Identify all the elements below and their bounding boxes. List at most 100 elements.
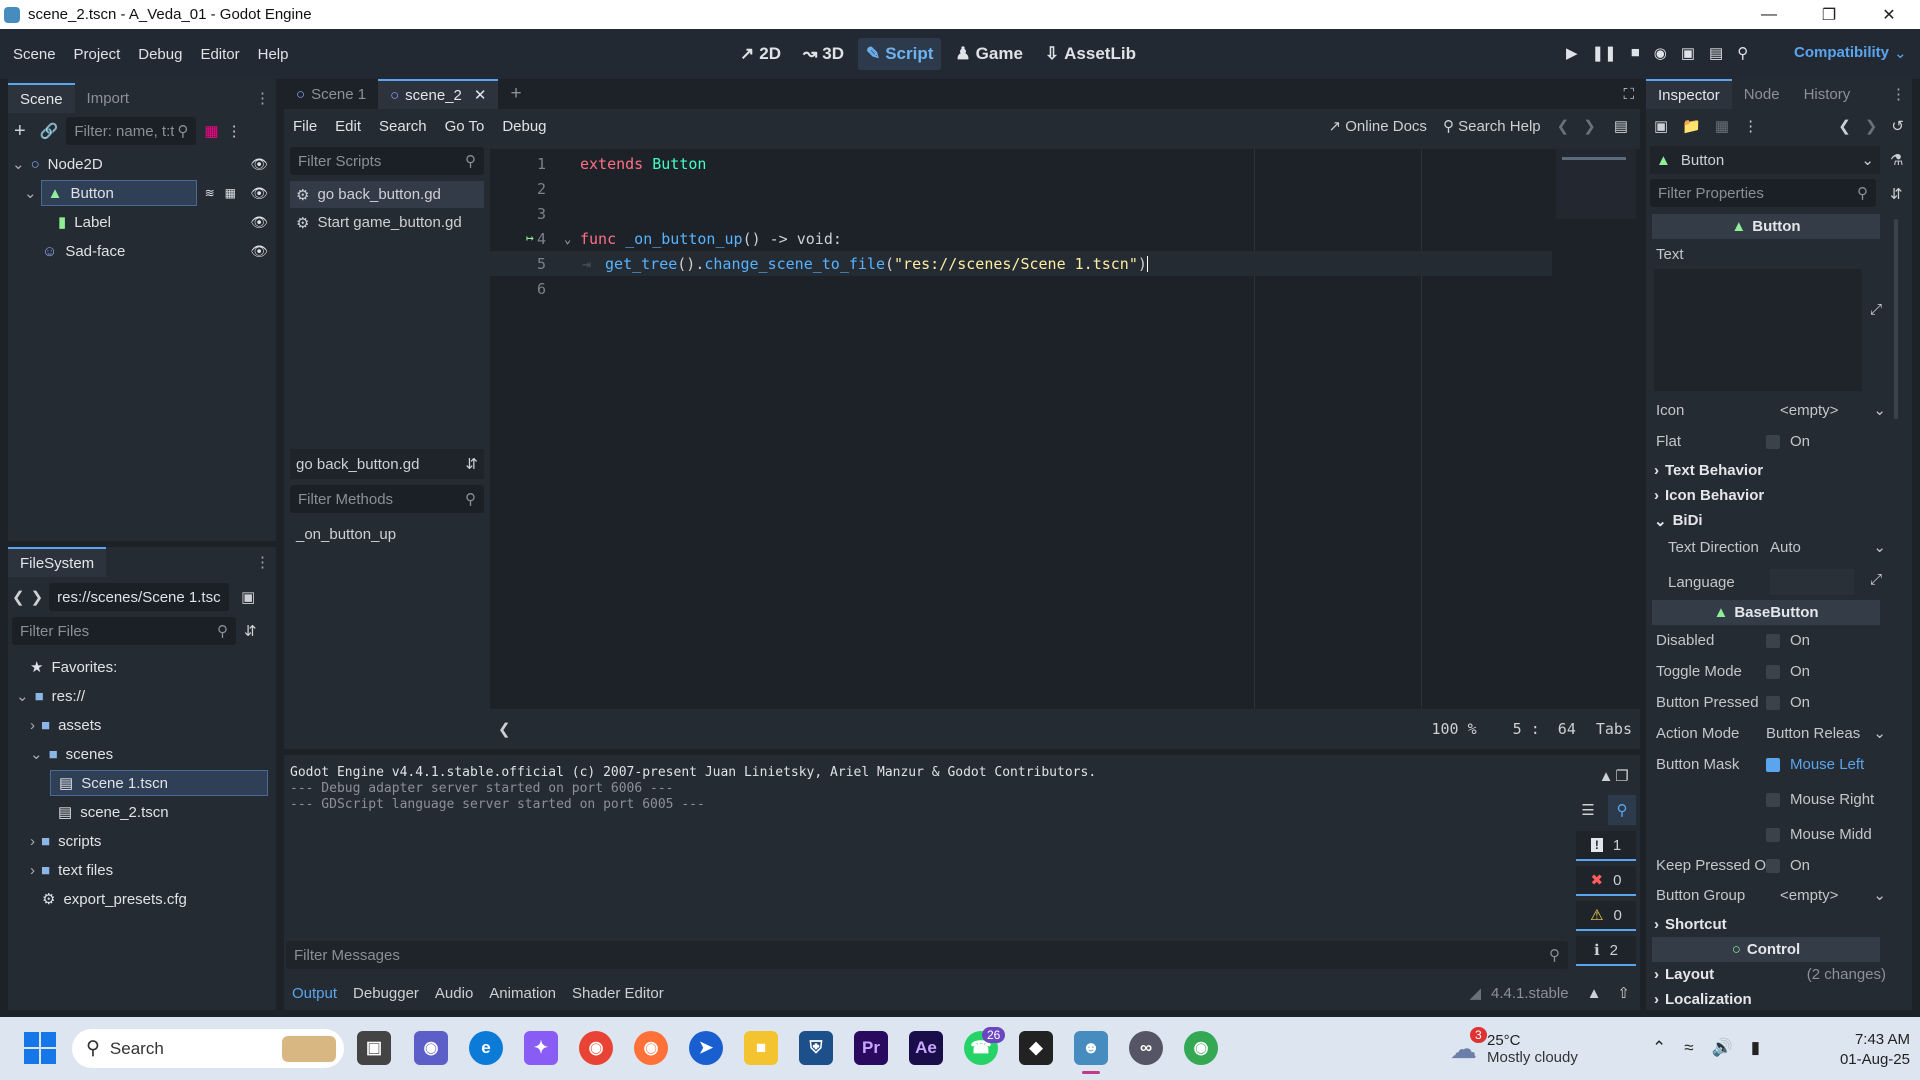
script-menu-edit[interactable]: Edit	[326, 118, 370, 135]
tab-animation[interactable]: Animation	[481, 985, 564, 1002]
fs-item-assets[interactable]: › ■ assets	[30, 712, 101, 738]
script-menu-goto[interactable]: Go To	[436, 118, 494, 135]
fs-item-scenes[interactable]: ⌄ ■ scenes	[30, 741, 113, 767]
script-menu-file[interactable]: File	[284, 118, 326, 135]
figma-icon[interactable]: ◆	[1019, 1031, 1053, 1065]
copilot-icon[interactable]: ✦	[524, 1031, 558, 1065]
tab-filesystem[interactable]: FileSystem	[8, 547, 107, 577]
new-resource-icon[interactable]: ▣	[1654, 117, 1668, 135]
button-group-value[interactable]: <empty>	[1780, 887, 1838, 904]
script-menu-search[interactable]: Search	[370, 118, 436, 135]
remote-debug-icon[interactable]: ◉	[1654, 44, 1667, 62]
next-script-icon[interactable]: ❯	[1583, 117, 1596, 135]
fs-item-res[interactable]: ⌄ ■ res://	[16, 683, 85, 709]
workspace-3d-button[interactable]: ↝ 3D	[795, 38, 852, 70]
menu-project[interactable]: Project	[65, 46, 130, 63]
after-effects-icon[interactable]: Ae	[909, 1031, 943, 1065]
menu-debug[interactable]: Debug	[129, 46, 191, 63]
file-explorer-icon[interactable]: ■	[744, 1031, 778, 1065]
workspace-assetlib-button[interactable]: ⇩ AssetLib	[1037, 38, 1144, 70]
tab-output[interactable]: Output	[284, 985, 345, 1002]
section-layout[interactable]: › Layout (2 changes)	[1646, 962, 1886, 987]
chrome-profile-icon[interactable]: ◉	[1184, 1031, 1218, 1065]
mask-mouse-left-checkbox[interactable]: Mouse Left	[1766, 756, 1864, 773]
expand-icon[interactable]: ⤢	[1870, 301, 1882, 318]
tab-node[interactable]: Node	[1732, 79, 1792, 109]
sort-icon[interactable]: ⇵	[244, 622, 257, 640]
language-picker-icon[interactable]: ⤢	[1870, 571, 1882, 588]
fs-item-scene2[interactable]: ▤ scene_2.tscn	[58, 799, 169, 825]
forward-icon[interactable]: ❯	[31, 588, 44, 606]
search-toggle-icon[interactable]: ⚲	[1608, 795, 1636, 825]
chevron-down-icon[interactable]: ⌄	[1873, 401, 1886, 419]
path-field[interactable]: res://scenes/Scene 1.tscn	[49, 583, 230, 611]
scene-tab-scene2[interactable]: ○ scene_2 ✕	[378, 79, 499, 109]
text-property-textarea[interactable]	[1654, 269, 1862, 391]
code-editor[interactable]: 1 extends Button 2 3 ↦ 4 ⌄ func _on_button_u…	[490, 149, 1640, 709]
tab-shader-editor[interactable]: Shader Editor	[564, 985, 672, 1002]
chevron-down-icon[interactable]: ⌄	[1873, 724, 1886, 742]
disabled-checkbox[interactable]: On	[1766, 632, 1810, 649]
tree-node-button[interactable]: ⌄ ▲ Button ≋ ▦ 👁	[12, 180, 268, 206]
edge-icon[interactable]: e	[469, 1031, 503, 1065]
split-view-icon[interactable]: ▣	[241, 588, 255, 606]
arrow-app-icon[interactable]: ➤	[689, 1031, 723, 1065]
tab-debugger[interactable]: Debugger	[345, 985, 427, 1002]
menu-editor[interactable]: Editor	[191, 46, 248, 63]
visibility-eye-icon[interactable]: 👁	[250, 243, 268, 260]
stop-icon[interactable]: ■	[1631, 44, 1640, 62]
wifi-icon[interactable]: ≈	[1684, 1038, 1693, 1058]
sort-icon[interactable]: ⇵	[465, 455, 478, 473]
link-icon[interactable]: 🔗	[40, 122, 59, 140]
add-node-icon[interactable]: +	[14, 120, 26, 143]
mask-mouse-middle-checkbox[interactable]: Mouse Midd	[1766, 826, 1872, 843]
open-folder-icon[interactable]: 📁	[1682, 117, 1701, 135]
filter-messages-toggle[interactable]: ! 1	[1576, 831, 1636, 861]
class-header-control[interactable]: ○ Control	[1652, 937, 1880, 962]
action-mode-select[interactable]: Button Releas	[1766, 725, 1860, 742]
spiral-app-icon[interactable]: ∞	[1129, 1031, 1163, 1065]
fs-item-scripts[interactable]: › ■ scripts	[30, 828, 101, 854]
tab-audio[interactable]: Audio	[427, 985, 481, 1002]
save-icon[interactable]: ▦	[1715, 117, 1729, 135]
object-selector[interactable]: ▲ Button ⌄	[1650, 146, 1880, 174]
mask-mouse-right-checkbox[interactable]: Mouse Right	[1766, 791, 1874, 808]
search-help-link[interactable]: ⚲ Search Help	[1443, 117, 1541, 135]
tree-node-label[interactable]: ▮ Label 👁	[12, 209, 268, 235]
task-view-icon[interactable]: ▣	[357, 1031, 391, 1065]
volume-icon[interactable]: 🔊	[1712, 1038, 1733, 1058]
language-field[interactable]	[1770, 569, 1854, 595]
scene-filter-input[interactable]: Filter: name, t:t ⚲	[66, 117, 197, 145]
filter-methods-input[interactable]: Filter Methods ⚲	[290, 485, 484, 513]
visibility-eye-icon[interactable]: 👁	[250, 185, 268, 202]
toggle-mode-checkbox[interactable]: On	[1766, 663, 1810, 680]
more-icon[interactable]: ⋮	[227, 122, 242, 140]
class-header-button[interactable]: ▲ Button	[1652, 214, 1880, 239]
filter-errors-toggle[interactable]: ✖ 0	[1576, 866, 1636, 896]
object-tools-icon[interactable]: ⚗	[1890, 151, 1903, 169]
method-list-item[interactable]: _on_button_up	[290, 521, 484, 548]
scene-tab-scene1[interactable]: ○ Scene 1	[284, 79, 378, 109]
button-pressed-checkbox[interactable]: On	[1766, 694, 1810, 711]
toggle-scripts-list-icon[interactable]: ❮	[498, 720, 511, 738]
section-text-behavior[interactable]: › Text Behavior	[1646, 458, 1886, 483]
fs-item-favorites[interactable]: ★ Favorites:	[30, 654, 117, 680]
section-bidi[interactable]: ⌄ BiDi	[1646, 508, 1886, 533]
keep-pressed-checkbox[interactable]: On	[1766, 857, 1810, 874]
tree-node-node2d[interactable]: ⌄ ○ Node2D 👁	[12, 151, 268, 177]
back-icon[interactable]: ❮	[12, 588, 25, 606]
taskbar-search-box[interactable]: ⚲ Search	[72, 1029, 344, 1068]
script-list-item[interactable]: ⚙ Start game_button.gd	[290, 209, 484, 236]
renderer-selector[interactable]: Compatibility	[1794, 44, 1889, 61]
visibility-eye-icon[interactable]: 👁	[250, 214, 268, 231]
flat-checkbox[interactable]: On	[1766, 433, 1810, 450]
script-attached-icon[interactable]: ▦	[225, 186, 236, 200]
maximize-button[interactable]: ❐	[1800, 0, 1858, 29]
play-custom-scene-icon[interactable]: ▤	[1709, 44, 1723, 62]
firefox-icon[interactable]: ◉	[634, 1031, 668, 1065]
script-menu-debug[interactable]: Debug	[493, 118, 555, 135]
text-direction-select[interactable]: Auto	[1770, 539, 1801, 556]
tab-scene[interactable]: Scene	[8, 83, 75, 113]
section-localization[interactable]: › Localization	[1646, 987, 1886, 1010]
movie-maker-icon[interactable]: ⚲	[1737, 44, 1748, 62]
